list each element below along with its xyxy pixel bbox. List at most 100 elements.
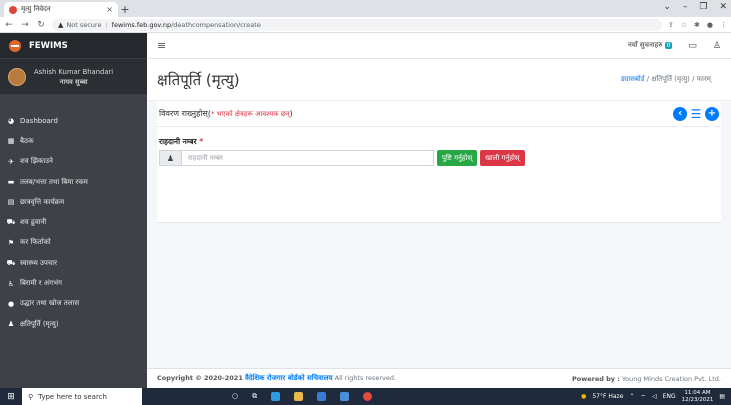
share-icon[interactable]: ⇪ [668, 21, 674, 29]
close-window-icon[interactable]: ✕ [719, 2, 727, 12]
sidebar-item-label: बिरामी र अंगभंग [20, 279, 62, 288]
user-panel[interactable]: Ashish Kumar Bhandari नायव सुब्बा [0, 59, 147, 95]
taskbar-search[interactable]: ⚲ Type here to search [22, 388, 142, 405]
profile-icon[interactable]: ● [707, 21, 713, 29]
avatar [8, 67, 26, 86]
sidebar-item-8[interactable]: ♿ बिरामी र अंगभंग [0, 273, 147, 293]
sidebar-item-7[interactable]: ⛟ स्वास्थ्य उपचार [0, 253, 147, 273]
weather[interactable]: 57°F Haze [592, 393, 623, 400]
sidebar-item-label: छात्रवृत्ति कार्यक्रम [20, 197, 65, 206]
clear-button[interactable]: खाली गर्नुहोस् [480, 150, 525, 166]
sidebar: FEWIMS Ashish Kumar Bhandari नायव सुब्बा… [0, 33, 147, 388]
sidebar-item-label: Dashboard [20, 117, 58, 126]
truck-icon: ⛟ [6, 218, 16, 227]
sidebar-item-1[interactable]: ▦ बैठक [0, 131, 147, 151]
plane-icon: ✈ [8, 157, 14, 166]
notification-count: 0 [664, 42, 673, 49]
minimize-icon[interactable]: – [683, 2, 688, 12]
reload-icon[interactable]: ↻ [36, 20, 46, 30]
volume-icon[interactable]: ◁ [652, 393, 657, 400]
sidebar-item-label: क्षतिपूर्ति (मृत्यु) [20, 319, 59, 328]
sidebar-item-label: उद्धार तथा खोज तलास [20, 299, 80, 308]
taskbar-apps: ○ ⧉ [232, 392, 373, 401]
store-icon[interactable] [317, 392, 327, 401]
sidebar-item-3[interactable]: ▬ तलब/भत्ता तथा बिमा रकम [0, 172, 147, 192]
warning-icon: ▲ [58, 20, 64, 29]
breadcrumb-section[interactable]: क्षतिपूर्ति (मृत्यु) [651, 75, 690, 83]
windows-start-icon[interactable]: ⊞ [0, 392, 22, 402]
weather-icon: ● [581, 393, 587, 400]
powered-by: Powered by : Young Minds Creation Pvt. L… [571, 374, 721, 383]
notification-center-icon[interactable]: ▤ [719, 393, 725, 400]
network-icon[interactable]: ⌔ [640, 393, 646, 401]
new-tab-button[interactable]: + [118, 2, 132, 17]
browser-toolbar-icons: ⇪ ☆ ✱ ● ⋮ [668, 21, 727, 29]
star-icon[interactable]: ☆ [681, 21, 687, 29]
top-navbar: ≡ नयाँ सुचनाहरु 0 ▭ ♙ [147, 33, 731, 59]
edge-icon[interactable] [271, 392, 281, 401]
sidebar-item-5[interactable]: ⛟ शव ढुवानी [0, 212, 147, 232]
sidebar-item-label: शव ढुवानी [20, 218, 47, 227]
extensions-icon[interactable]: ✱ [694, 21, 700, 29]
form-heading: विवरण राख्नुहोस्(* भएको क्षेत्रहरू आवश्य… [159, 109, 293, 118]
brand-name: FEWIMS [29, 40, 68, 51]
back-circle-icon[interactable]: ‹ [673, 106, 687, 121]
document-icon: ▤ [7, 198, 15, 207]
footer-org-link[interactable]: वैदेशिक रोजगार बोर्डको सचिवालय [245, 374, 333, 382]
user-icon: ♟ [7, 320, 15, 329]
url-input[interactable]: ▲ Not secure | fewims.feb.gov.np /deathc… [52, 18, 662, 31]
sidebar-item-4[interactable]: ▤ छात्रवृत्ति कार्यक्रम [0, 192, 147, 212]
passport-number-input[interactable] [182, 151, 433, 165]
language-indicator[interactable]: ENG [663, 393, 676, 400]
browser-tab-bar: मृत्यु निवेदन × + ⌄ – ❐ ✕ [0, 0, 731, 17]
user-menu-icon[interactable]: ♙ [713, 41, 721, 51]
more-icon[interactable]: ⋮ [720, 21, 727, 29]
sidebar-item-10[interactable]: ♟ क्षतिपूर्ति (मृत्यु) [0, 314, 147, 334]
user-icon: ♟ [160, 151, 182, 165]
add-circle-icon[interactable]: + [705, 106, 719, 121]
tab-close-icon[interactable]: × [106, 5, 113, 14]
tab-title: मृत्यु निवेदन [21, 5, 51, 13]
sidebar-item-2[interactable]: ✈ शव झिकाउने [0, 152, 147, 172]
chrome-icon[interactable] [363, 392, 373, 401]
window-controls: ⌄ – ❐ ✕ [663, 2, 727, 12]
brand[interactable]: FEWIMS [0, 33, 147, 59]
passport-label: राहदानी नम्बर * [159, 137, 204, 146]
main-content: ≡ नयाँ सुचनाहरु 0 ▭ ♙ क्षतिपूर्ति (मृत्यु… [147, 33, 731, 388]
sidebar-item-label: शव झिकाउने [20, 157, 53, 166]
cortana-icon[interactable]: ○ [232, 392, 238, 401]
tab-search-icon[interactable]: ⌄ [663, 2, 671, 12]
sidebar-item-label: बैठक [20, 136, 34, 145]
footer: Copyright © 2020-2021 वैदेशिक रोजगार बोर… [147, 368, 731, 388]
security-status: Not secure [66, 20, 102, 29]
clock[interactable]: 11:04 AM 12/23/2021 [682, 390, 714, 404]
menu-toggle-icon[interactable]: ≡ [157, 39, 166, 52]
page-header: क्षतिपूर्ति (मृत्यु) ड्यासबोर्ड / क्षतिप… [147, 59, 731, 101]
card-tools: ‹ ☰ + [673, 106, 719, 121]
mail-icon[interactable] [340, 392, 350, 401]
user-name: Ashish Kumar Bhandari [34, 67, 114, 76]
breadcrumb: ड्यासबोर्ड / क्षतिपूर्ति (मृत्यु) / फारम… [620, 75, 711, 83]
sidebar-item-9[interactable]: ● उद्धार तथा खोज तलास [0, 294, 147, 314]
task-view-icon[interactable]: ⧉ [252, 392, 257, 401]
confirm-button[interactable]: पुष्टि गर्नुहोस् [437, 150, 478, 166]
tray-chevron-icon[interactable]: ⌃ [629, 393, 634, 400]
browser-tab[interactable]: मृत्यु निवेदन × [4, 2, 118, 17]
sidebar-item-0[interactable]: ◕ Dashboard [0, 111, 147, 131]
list-icon[interactable]: ☰ [688, 107, 704, 121]
window-icon[interactable]: ▭ [688, 41, 697, 51]
url-path: /deathcompensation/create [171, 20, 261, 29]
restore-icon[interactable]: ❐ [699, 2, 707, 12]
app-shell: FEWIMS Ashish Kumar Bhandari नायव सुब्बा… [0, 33, 731, 388]
search-icon: ⚲ [28, 392, 34, 401]
card-body: राहदानी नम्बर * ♟ पुष्टि गर्नुहोस् खाली … [157, 127, 721, 176]
taskbar: ⊞ ⚲ Type here to search ○ ⧉ ● 57°F Haze … [0, 388, 731, 405]
breadcrumb-home[interactable]: ड्यासबोर्ड [621, 75, 645, 83]
page-title: क्षतिपूर्ति (मृत्यु) [157, 70, 240, 89]
sidebar-item-6[interactable]: ⚑ कर फिर्ताको [0, 233, 147, 253]
notifications[interactable]: नयाँ सुचनाहरु 0 [628, 41, 673, 50]
file-explorer-icon[interactable] [294, 392, 304, 401]
system-tray: ● 57°F Haze ⌃ ⌔ ◁ ENG 11:04 AM 12/23/202… [581, 390, 731, 404]
forward-icon[interactable]: → [20, 20, 30, 30]
back-icon[interactable]: ← [4, 20, 14, 30]
